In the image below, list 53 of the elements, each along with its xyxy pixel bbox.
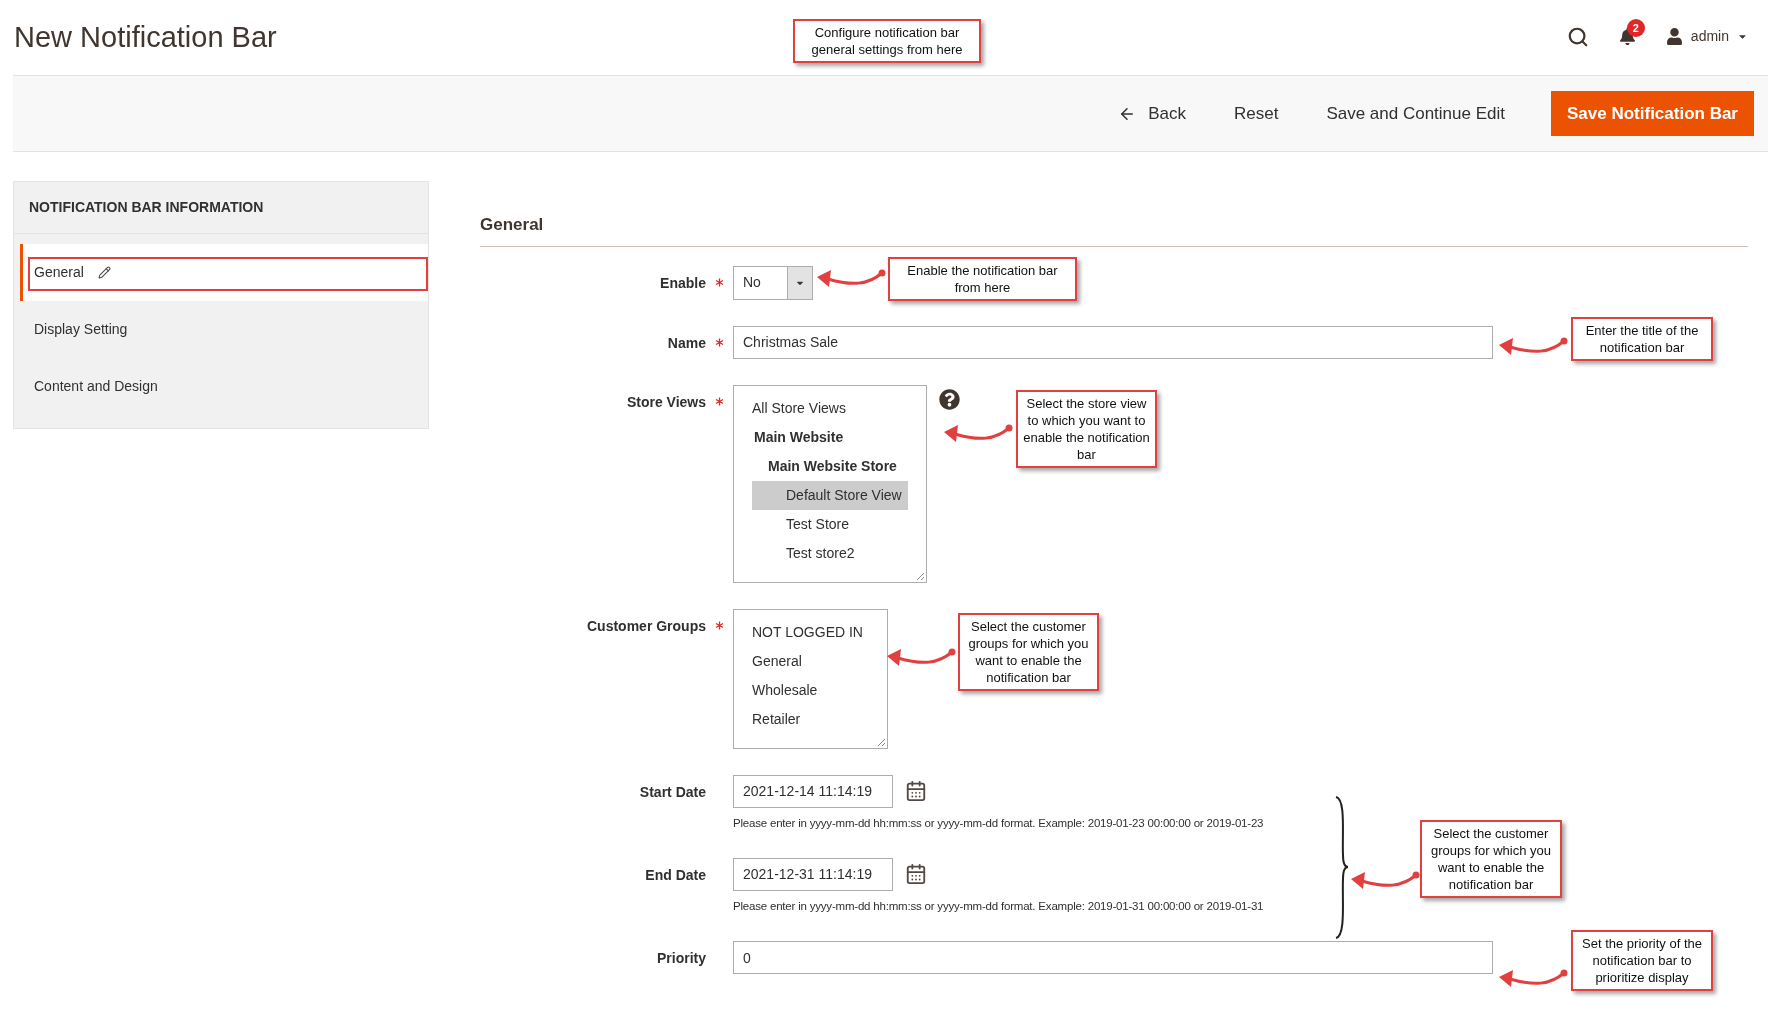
list-option[interactable]: Retailer [752, 704, 869, 734]
back-button[interactable]: Back [1116, 100, 1188, 127]
text-field[interactable]: Christmas Sale [733, 325, 1493, 359]
user-name[interactable]: admin [1690, 26, 1729, 47]
field-label: Name [666, 333, 706, 353]
save-button[interactable]: Save Notification Bar [1551, 91, 1754, 136]
calendar-icon[interactable] [905, 780, 927, 802]
notification-badge: 2 [1626, 19, 1645, 37]
date-field[interactable]: 2021-12-31 11:14:19 [733, 857, 893, 891]
list-option[interactable]: All Store Views [752, 393, 908, 423]
select-field[interactable]: No [733, 265, 813, 300]
multiselect-list[interactable]: NOT LOGGED IN General Wholesale Retailer [733, 608, 888, 749]
callout-box: Select the customer groups for which you want to enable the notification bar [1420, 820, 1562, 898]
sidebar-title: NOTIFICATION BAR INFORMATION [14, 182, 428, 234]
callout-box: Configure notification bar general settings from here [793, 19, 981, 63]
list-option[interactable]: Default Store View [752, 480, 908, 510]
field-label: Priority [656, 949, 706, 968]
list-option[interactable]: Wholesale [752, 675, 869, 705]
callout-box: Enter the title of the notification bar [1571, 317, 1713, 361]
list-option[interactable]: Test store2 [752, 538, 908, 568]
multiselect-list[interactable]: All Store Views Main Website Main Website Store Default Store View Test Store Test store2 [733, 384, 927, 583]
callout-box: Enable the notification bar from here [888, 257, 1077, 301]
section-title: General [480, 181, 1748, 247]
list-option[interactable]: Main Website [752, 422, 908, 452]
field-label: Customer Groups [586, 616, 706, 636]
field-label: Store Views [625, 392, 706, 412]
pencil-icon [97, 266, 111, 279]
field-note: Please enter in yyyy-mm-dd hh:mm:ss or yyyy-mm-dd format. Example: 2019-01-31 00:00:00 or 2019-01-31 [733, 898, 1264, 914]
field-label: Start Date [638, 782, 706, 802]
sidebar-tab[interactable]: Content and Design [20, 358, 428, 415]
list-option[interactable]: Test Store [752, 509, 908, 539]
list-option[interactable]: NOT LOGGED IN [752, 617, 869, 647]
list-option[interactable]: Main Website Store [752, 451, 908, 481]
resize-handle-icon [877, 737, 886, 747]
action-button[interactable]: Save and Continue Edit [1324, 100, 1507, 127]
sidebar-tab[interactable]: Display Setting [20, 301, 428, 358]
field-label: End Date [644, 865, 706, 885]
callout-box: Set the priority of the notification bar to prioritize display [1571, 930, 1713, 991]
search-icon[interactable] [1566, 25, 1589, 48]
resize-handle-icon [915, 571, 925, 581]
action-button[interactable]: Reset [1231, 100, 1281, 127]
date-field[interactable]: 2021-12-14 11:14:19 [733, 774, 893, 808]
user-icon[interactable] [1665, 28, 1683, 45]
calendar-icon[interactable] [905, 863, 927, 886]
page-title: New Notification Bar [14, 19, 277, 55]
help-icon[interactable] [938, 388, 960, 410]
field-note: Please enter in yyyy-mm-dd hh:mm:ss or yyyy-mm-dd format. Example: 2019-01-23 00:00:00 or 2019-01-23 [733, 815, 1264, 831]
list-option[interactable]: General [752, 646, 869, 676]
text-field[interactable]: 0 [733, 941, 1493, 974]
callout-box: Select the customer groups for which you want to enable the notification bar [958, 613, 1099, 691]
sidebar-tab[interactable]: General [20, 244, 428, 301]
callout-box: Select the store view to which you want to enable the notification bar [1016, 390, 1157, 468]
field-label: Enable [659, 273, 706, 293]
